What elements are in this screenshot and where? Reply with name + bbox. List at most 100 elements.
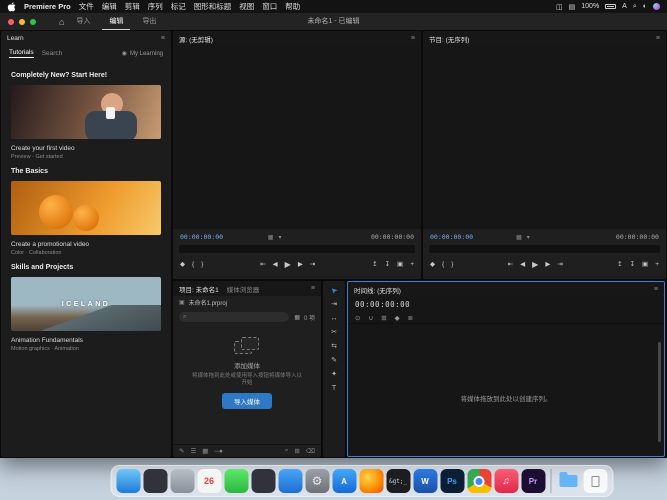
program-go-to-out-icon[interactable]: ⇥ <box>557 260 562 268</box>
icon-view-icon[interactable]: ▦ <box>202 447 208 455</box>
button-editor-icon[interactable]: + <box>410 261 414 268</box>
dock-facetime-icon[interactable] <box>224 469 248 493</box>
keyboard-status-icon[interactable]: ▤ <box>569 3 576 11</box>
source-panel-menu-icon[interactable]: ≡ <box>411 35 415 42</box>
program-button-editor-icon[interactable]: + <box>655 261 659 268</box>
program-step-forward-icon[interactable]: ▶ <box>545 260 550 268</box>
mark-out-icon[interactable]: } <box>201 261 203 268</box>
dock-appstore-icon[interactable]: A <box>332 469 356 493</box>
timeline-scrollbar[interactable] <box>658 342 661 442</box>
program-panel-menu-icon[interactable]: ≡ <box>656 35 660 42</box>
menu-markers[interactable]: 标记 <box>171 1 186 12</box>
project-tab[interactable]: 项目: 未命名1 <box>179 284 219 294</box>
dock-launchpad-icon[interactable] <box>170 469 194 493</box>
zoom-button[interactable] <box>30 19 36 25</box>
tab-import[interactable]: 导入 <box>69 13 97 30</box>
menu-graphics[interactable]: 图形和标题 <box>194 1 232 12</box>
dock-terminal-icon[interactable]: &gt;_ <box>386 469 410 493</box>
menu-file[interactable]: 文件 <box>79 1 94 12</box>
automate-sequence-icon[interactable]: ✎ <box>179 447 184 455</box>
program-export-frame-icon[interactable]: ▣ <box>642 260 648 268</box>
program-lift-icon[interactable]: ↥ <box>617 260 622 268</box>
dock-downloads-folder-icon[interactable] <box>556 469 580 493</box>
program-zoom-select[interactable]: ▦ <box>516 234 522 241</box>
dock-music-icon[interactable]: ♫ <box>494 469 518 493</box>
linked-selection-icon[interactable]: ⊞ <box>381 314 386 322</box>
add-marker-icon[interactable]: ◆ <box>180 260 185 268</box>
apple-menu-icon[interactable] <box>7 2 16 12</box>
input-source-icon[interactable]: A <box>622 3 627 10</box>
track-select-tool[interactable]: ⇥ <box>331 301 337 308</box>
learn-panel-tab[interactable]: Learn <box>7 35 24 42</box>
program-mark-out-icon[interactable]: } <box>451 261 453 268</box>
program-play-button[interactable]: ▶ <box>532 260 538 269</box>
insert-icon[interactable]: ↥ <box>372 260 377 268</box>
dock-mail-icon[interactable] <box>278 469 302 493</box>
delete-icon[interactable]: ⌫ <box>306 447 315 455</box>
type-tool[interactable]: T <box>332 385 336 392</box>
mark-in-icon[interactable]: { <box>192 261 194 268</box>
step-back-icon[interactable]: ◀ <box>273 260 278 268</box>
menu-help[interactable]: 帮助 <box>285 1 300 12</box>
tutorial-card-first-video[interactable] <box>11 85 161 139</box>
program-go-to-in-icon[interactable]: ⇤ <box>508 260 513 268</box>
dock-app-icon[interactable] <box>251 469 275 493</box>
tutorial-card-promo-video[interactable] <box>11 181 161 235</box>
battery-icon[interactable] <box>605 4 616 9</box>
program-mark-in-icon[interactable]: { <box>442 261 444 268</box>
display-status-icon[interactable]: ◫ <box>556 3 563 11</box>
learn-panel-menu-icon[interactable]: ≡ <box>161 35 165 42</box>
view-grid-icon[interactable]: ▦ <box>294 314 300 321</box>
new-item-icon[interactable]: ⊞ <box>294 447 299 455</box>
dock-photoshop-icon[interactable]: Ps <box>440 469 464 493</box>
my-learning-link[interactable]: ◉ My Learning <box>122 50 163 57</box>
timeline-add-marker-icon[interactable]: ◆ <box>395 314 400 322</box>
timeline-timecode[interactable]: 00:00:00:00 <box>348 297 664 312</box>
dock-finder-icon[interactable] <box>116 469 140 493</box>
menu-view[interactable]: 视图 <box>239 1 254 12</box>
nest-sequence-icon[interactable]: ⊙ <box>355 314 360 322</box>
menu-window[interactable]: 窗口 <box>262 1 277 12</box>
dock-chrome-icon[interactable] <box>467 469 491 493</box>
project-search-input[interactable]: ⌕ <box>179 312 289 322</box>
program-scrubber[interactable] <box>429 245 660 253</box>
dock-calendar-icon[interactable]: 26 <box>197 469 221 493</box>
dock-word-icon[interactable]: W <box>413 469 437 493</box>
program-monitor-tab[interactable]: 节目: (无序列) <box>429 34 469 44</box>
program-zoom-caret-icon[interactable]: ▾ <box>527 234 530 241</box>
media-browser-tab[interactable]: 媒体浏览器 <box>227 284 260 294</box>
step-forward-icon[interactable]: ▶ <box>298 260 303 268</box>
home-icon[interactable]: ⌂ <box>59 17 64 27</box>
selection-tool[interactable]: ➤ <box>329 285 339 295</box>
tab-edit[interactable]: 编辑 <box>102 13 130 30</box>
project-panel-menu-icon[interactable]: ≡ <box>311 285 315 292</box>
source-zoom-select[interactable]: ▦ <box>268 234 274 241</box>
source-zoom-caret-icon[interactable]: ▾ <box>278 234 281 241</box>
dock-premiere-icon[interactable]: Pr <box>521 469 545 493</box>
tab-tutorials[interactable]: Tutorials <box>9 49 34 58</box>
spotlight-icon[interactable]: ⌕ <box>633 3 637 11</box>
slip-tool[interactable]: ⇆ <box>331 343 337 350</box>
menu-sequence[interactable]: 序列 <box>148 1 163 12</box>
program-step-back-icon[interactable]: ◀ <box>520 260 525 268</box>
timeline-panel-menu-icon[interactable]: ≡ <box>654 286 658 293</box>
menubar-app-name[interactable]: Premiere Pro <box>24 2 71 11</box>
find-icon[interactable]: ⌕ <box>285 447 289 455</box>
minimize-button[interactable] <box>19 19 25 25</box>
tab-search[interactable]: Search <box>42 50 63 58</box>
dock-firefox-icon[interactable] <box>359 469 383 493</box>
export-frame-icon[interactable]: ▣ <box>397 260 403 268</box>
play-button[interactable]: ▶ <box>285 260 291 269</box>
pen-tool[interactable]: ✎ <box>331 357 337 364</box>
import-media-button[interactable]: 导入媒体 <box>222 393 272 409</box>
go-to-in-icon[interactable]: ⇤ <box>260 260 265 268</box>
source-scrubber[interactable] <box>179 245 415 253</box>
project-file-row[interactable]: ▣ 未命名1.prproj <box>173 296 321 309</box>
close-button[interactable] <box>8 19 14 25</box>
source-timecode-current[interactable]: 00:00:00:00 <box>180 233 223 241</box>
list-view-icon[interactable]: ☰ <box>190 447 196 455</box>
program-add-marker-icon[interactable]: ◆ <box>430 260 435 268</box>
go-to-out-icon[interactable]: ⇥ <box>310 260 315 268</box>
dock-trash-icon[interactable] <box>583 469 607 493</box>
control-center-icon[interactable]: ◐ <box>643 3 647 10</box>
